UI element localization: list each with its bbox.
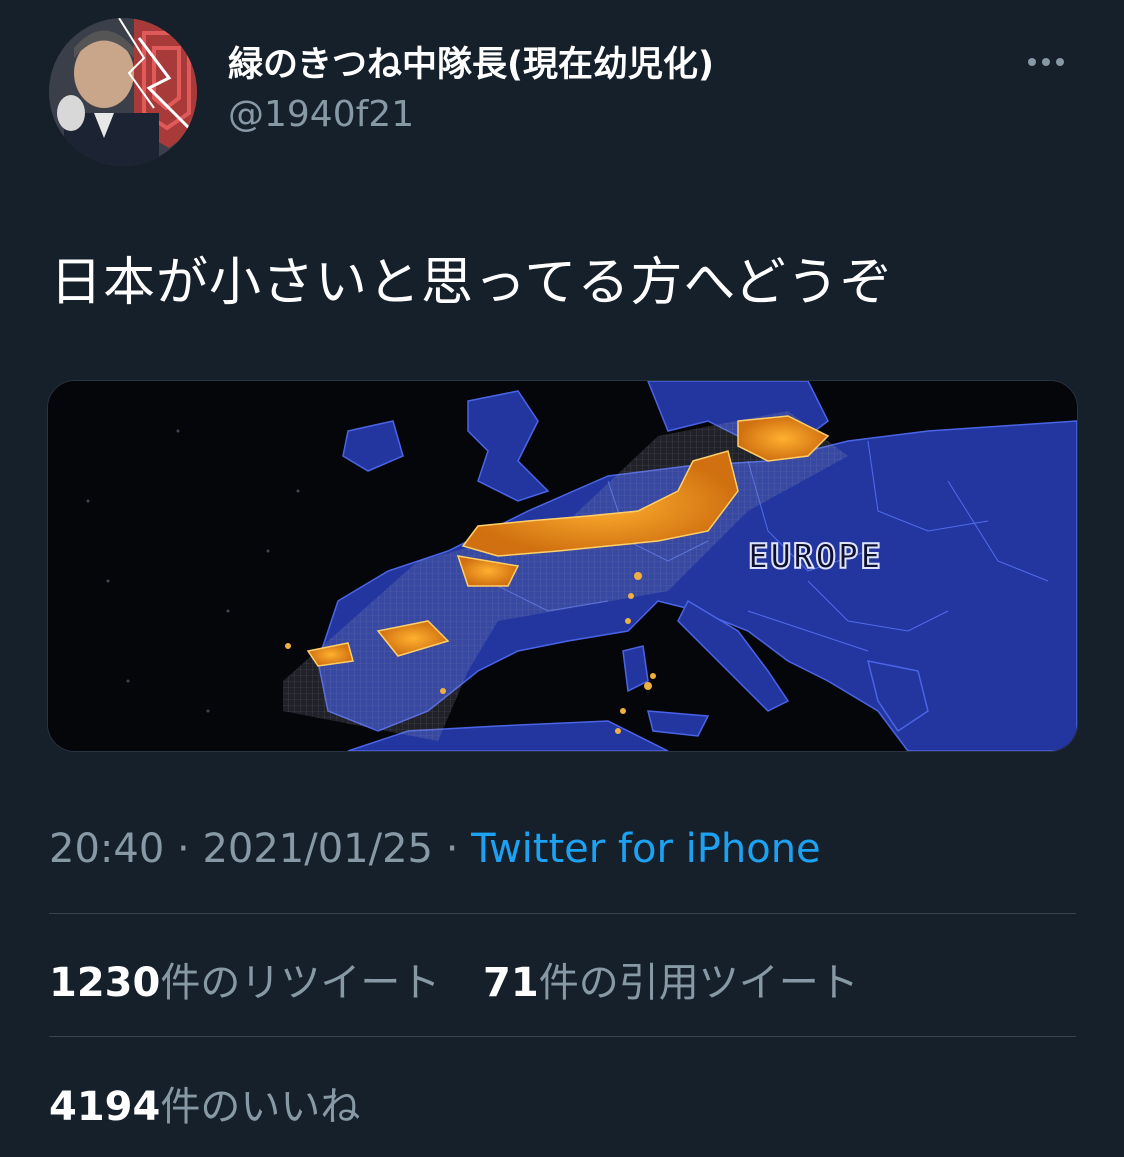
tweet-source-link[interactable]: Twitter for iPhone	[471, 826, 821, 872]
quotes-label: 件の引用ツイート	[538, 960, 859, 1006]
display-name[interactable]: 緑のきつね中隊長(現在幼児化)	[228, 36, 714, 87]
user-handle[interactable]: @1940f21	[228, 94, 414, 135]
more-options-icon[interactable]	[1018, 44, 1074, 80]
separator: ·	[164, 826, 203, 872]
retweets-count: 1230	[49, 960, 161, 1006]
dot	[1056, 58, 1064, 66]
divider	[49, 913, 1076, 914]
likes-label: 件のいいね	[160, 1084, 361, 1130]
stats-row: 1230件のリツイート 71件の引用ツイート	[49, 950, 889, 1008]
tweet-text: 日本が小さいと思ってる方へどうぞ	[50, 253, 893, 313]
dot	[1028, 58, 1036, 66]
retweets-label: 件のリツイート	[160, 960, 441, 1006]
tweet-date: 2021/01/25	[202, 826, 433, 872]
avatar[interactable]	[49, 18, 197, 166]
quotes-stat[interactable]: 71件の引用ツイート	[483, 950, 859, 1008]
tweet-media[interactable]: EUROPE	[47, 380, 1078, 752]
likes-count: 4194	[49, 1084, 161, 1130]
dot	[1042, 58, 1050, 66]
tweet-time: 20:40	[49, 826, 165, 872]
avatar-image	[49, 18, 197, 166]
map-label: EUROPE	[748, 537, 883, 577]
tweet-meta: 20:40 · 2021/01/25 · Twitter for iPhone	[49, 826, 821, 872]
map-image: EUROPE	[48, 381, 1077, 751]
quotes-count: 71	[483, 960, 539, 1006]
likes-stat[interactable]: 4194件のいいね	[49, 1074, 360, 1132]
tweet-detail: 緑のきつね中隊長(現在幼児化) @1940f21 日本が小さいと思ってる方へどう…	[0, 0, 1124, 1157]
separator: ·	[432, 826, 472, 872]
divider	[49, 1036, 1076, 1037]
retweets-stat[interactable]: 1230件のリツイート	[49, 950, 440, 1008]
